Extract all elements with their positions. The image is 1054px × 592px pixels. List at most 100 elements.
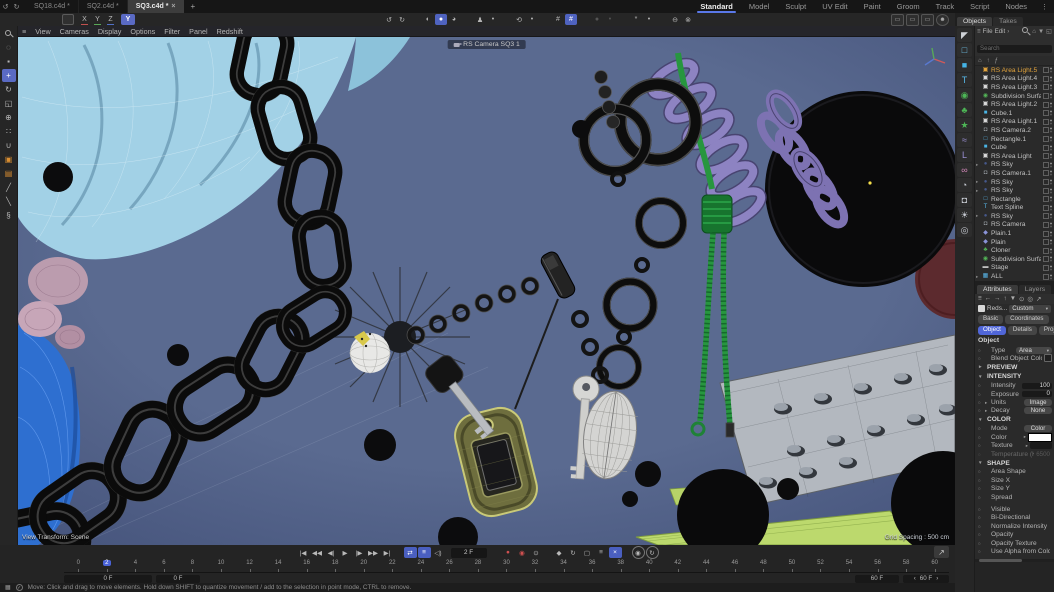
expand-arrow-icon[interactable]: ▸ (1026, 443, 1028, 449)
viewport-menu-cameras[interactable]: Cameras (60, 27, 89, 36)
ruler-frame-30[interactable]: 30 (492, 560, 521, 572)
knife-tool[interactable]: ╲ (2, 195, 16, 208)
object-row[interactable]: ▸ ● RS Sky (975, 161, 1054, 170)
material-icon[interactable]: ◎ (957, 223, 972, 237)
attribute-row[interactable]: ○ Intensity 100 (975, 382, 1054, 390)
filter-icon[interactable]: ▼ (1038, 28, 1044, 35)
visibility-toggles[interactable] (1043, 162, 1054, 168)
key-rotation-button[interactable]: ↻ (567, 547, 580, 558)
edit-menu[interactable]: Edit (995, 28, 1006, 35)
visibility-toggles[interactable] (1043, 213, 1054, 219)
viewport-menu-display[interactable]: Display (98, 27, 122, 36)
ruler-frame-38[interactable]: 38 (606, 560, 635, 572)
ruler-frame-60[interactable]: 60 (920, 560, 949, 572)
play-button[interactable]: ▶ (339, 547, 352, 558)
axis-lock-x[interactable]: X (79, 14, 90, 25)
intensity-value[interactable]: 100 (1022, 383, 1052, 390)
ruler-frame-54[interactable]: 54 (835, 560, 864, 572)
object-row[interactable]: ▸ □ Rectangle.1 (975, 135, 1054, 144)
filter-icon[interactable]: ▼ (1010, 295, 1016, 302)
object-row[interactable]: ▸ ♣ Cloner (975, 246, 1054, 255)
pen-tool[interactable]: ╱ (2, 181, 16, 194)
exposure-ev--value[interactable]: 0 (1022, 391, 1052, 398)
attribute-row[interactable]: ○ Use Alpha from Color Textur (975, 547, 1054, 555)
keyframe-dot-icon[interactable]: ○ (978, 400, 983, 405)
ruler-frame-32[interactable]: 32 (521, 560, 550, 572)
search-icon[interactable] (1022, 27, 1030, 35)
home-path-icon[interactable]: ⌂ (978, 58, 982, 64)
ruler-frame-16[interactable]: 16 (292, 560, 321, 572)
attribute-row[interactable]: ○ Texture ▸ (975, 441, 1054, 449)
layout-tab-track[interactable]: Track (928, 0, 962, 13)
ruler-frame-34[interactable]: 34 (549, 560, 578, 572)
live-selection-tool[interactable]: ◌ (2, 41, 16, 54)
new-document-tab-button[interactable]: + (184, 2, 203, 11)
range-end-spinner[interactable]: ‹ 60 F › (903, 575, 949, 583)
cycle-record-button[interactable]: ↻ (646, 546, 659, 559)
object-row[interactable]: ▸ ◆ Plain.1 (975, 229, 1054, 238)
axis-modify-tool[interactable]: ⊕ (2, 111, 16, 124)
minus-circle-icon[interactable]: ⊖ (669, 14, 681, 25)
next-frame-button[interactable]: |▶ (353, 547, 366, 558)
range-start-field[interactable]: 0 F (64, 575, 152, 583)
attribute-row[interactable]: ○ Opacity (975, 530, 1054, 538)
spinner-right-arrow[interactable]: › (936, 575, 938, 582)
back-icon[interactable]: ← (985, 295, 991, 302)
object-row[interactable]: ▸ ◘ RS Camera.1 (975, 169, 1054, 178)
target-icon[interactable]: ◎ (1027, 295, 1033, 303)
keyframe-dot-icon[interactable]: ○ (978, 469, 983, 474)
ruler-frame-8[interactable]: 8 (178, 560, 207, 572)
forward-icon[interactable]: → (994, 295, 1000, 302)
keyframe-dot-icon[interactable]: ○ (978, 383, 983, 388)
visibility-toggles[interactable] (1043, 136, 1054, 142)
rotate-options-icon[interactable]: • (526, 14, 538, 25)
burst-icon[interactable]: * (630, 14, 642, 25)
attribute-row[interactable]: ○ Size Y (975, 485, 1054, 493)
object-row[interactable]: ▸ ■ Cube.1 (975, 109, 1054, 118)
rotate-tool[interactable]: ↻ (2, 83, 16, 96)
popout-icon[interactable]: ↗ (1036, 295, 1041, 303)
visibility-toggles[interactable] (1043, 196, 1054, 202)
snap-grid-icon[interactable]: # (565, 14, 577, 25)
ik-record-button[interactable]: ◉ (632, 546, 645, 559)
attribute-row[interactable]: ○ ▸ Decay None (975, 407, 1054, 415)
loop-mode-button[interactable]: ⇄ (404, 547, 417, 558)
rotate-gizmo-icon[interactable]: ⟲ (513, 14, 525, 25)
close-tab-icon[interactable]: × (171, 3, 175, 10)
viewport-menu-options[interactable]: Options (130, 27, 155, 36)
expand-arrow-icon[interactable]: ▸ (1024, 434, 1026, 440)
attribute-row[interactable]: ○ Type Area▾ (975, 346, 1054, 354)
volume-icon[interactable]: ∞ (957, 163, 972, 177)
attr-button-details[interactable]: Details (1008, 326, 1037, 335)
record-keyframe-button[interactable]: ● (502, 547, 515, 558)
keyframe-dot-icon[interactable]: ○ (978, 356, 983, 361)
object-row[interactable]: ▸ ▣ RS Area Light.4 (975, 75, 1054, 84)
ruler-frame-14[interactable]: 14 (264, 560, 293, 572)
visibility-toggles[interactable] (1043, 239, 1054, 245)
spline-wrap-icon[interactable]: ≈ (957, 133, 972, 147)
attribute-row[interactable]: ○ Exposure (EV) 0 (975, 390, 1054, 398)
ruler-frame-56[interactable]: 56 (863, 560, 892, 572)
viewport-search-icon[interactable] (2, 27, 16, 40)
layout-tab-groom[interactable]: Groom (889, 0, 928, 13)
redo-icon[interactable]: ↻ (396, 14, 408, 25)
ruler-frame-20[interactable]: 20 (349, 560, 378, 572)
visibility-toggles[interactable] (1043, 110, 1054, 116)
layout-more-icon[interactable]: ⋮ (1035, 3, 1054, 11)
texture-value[interactable] (1030, 442, 1052, 449)
visibility-toggles[interactable] (1043, 170, 1054, 176)
point-snap-tool[interactable]: ∷ (2, 125, 16, 138)
attribute-section-header[interactable]: ▾COLOR (975, 415, 1054, 425)
viewport-menu-redshift[interactable]: Redshift (217, 27, 243, 36)
timeline-ruler[interactable]: 0246810121416182022242628303234363840424… (64, 560, 949, 573)
layout-tab-paint[interactable]: Paint (856, 0, 889, 13)
document-tab[interactable]: SQ2.c4d * (79, 0, 128, 13)
rectangle-spline-icon[interactable]: □ (957, 43, 972, 57)
ruler-frame-52[interactable]: 52 (806, 560, 835, 572)
field-icon[interactable]: L (957, 148, 972, 162)
attr-button-basic[interactable]: Basic (978, 315, 1003, 324)
object-row[interactable]: ▸ ▣ RS Area Light (975, 152, 1054, 161)
object-row[interactable]: ▸ ▬ Stage (975, 264, 1054, 273)
mode-value[interactable]: Color (1024, 425, 1052, 432)
burst-options-icon[interactable]: • (643, 14, 655, 25)
